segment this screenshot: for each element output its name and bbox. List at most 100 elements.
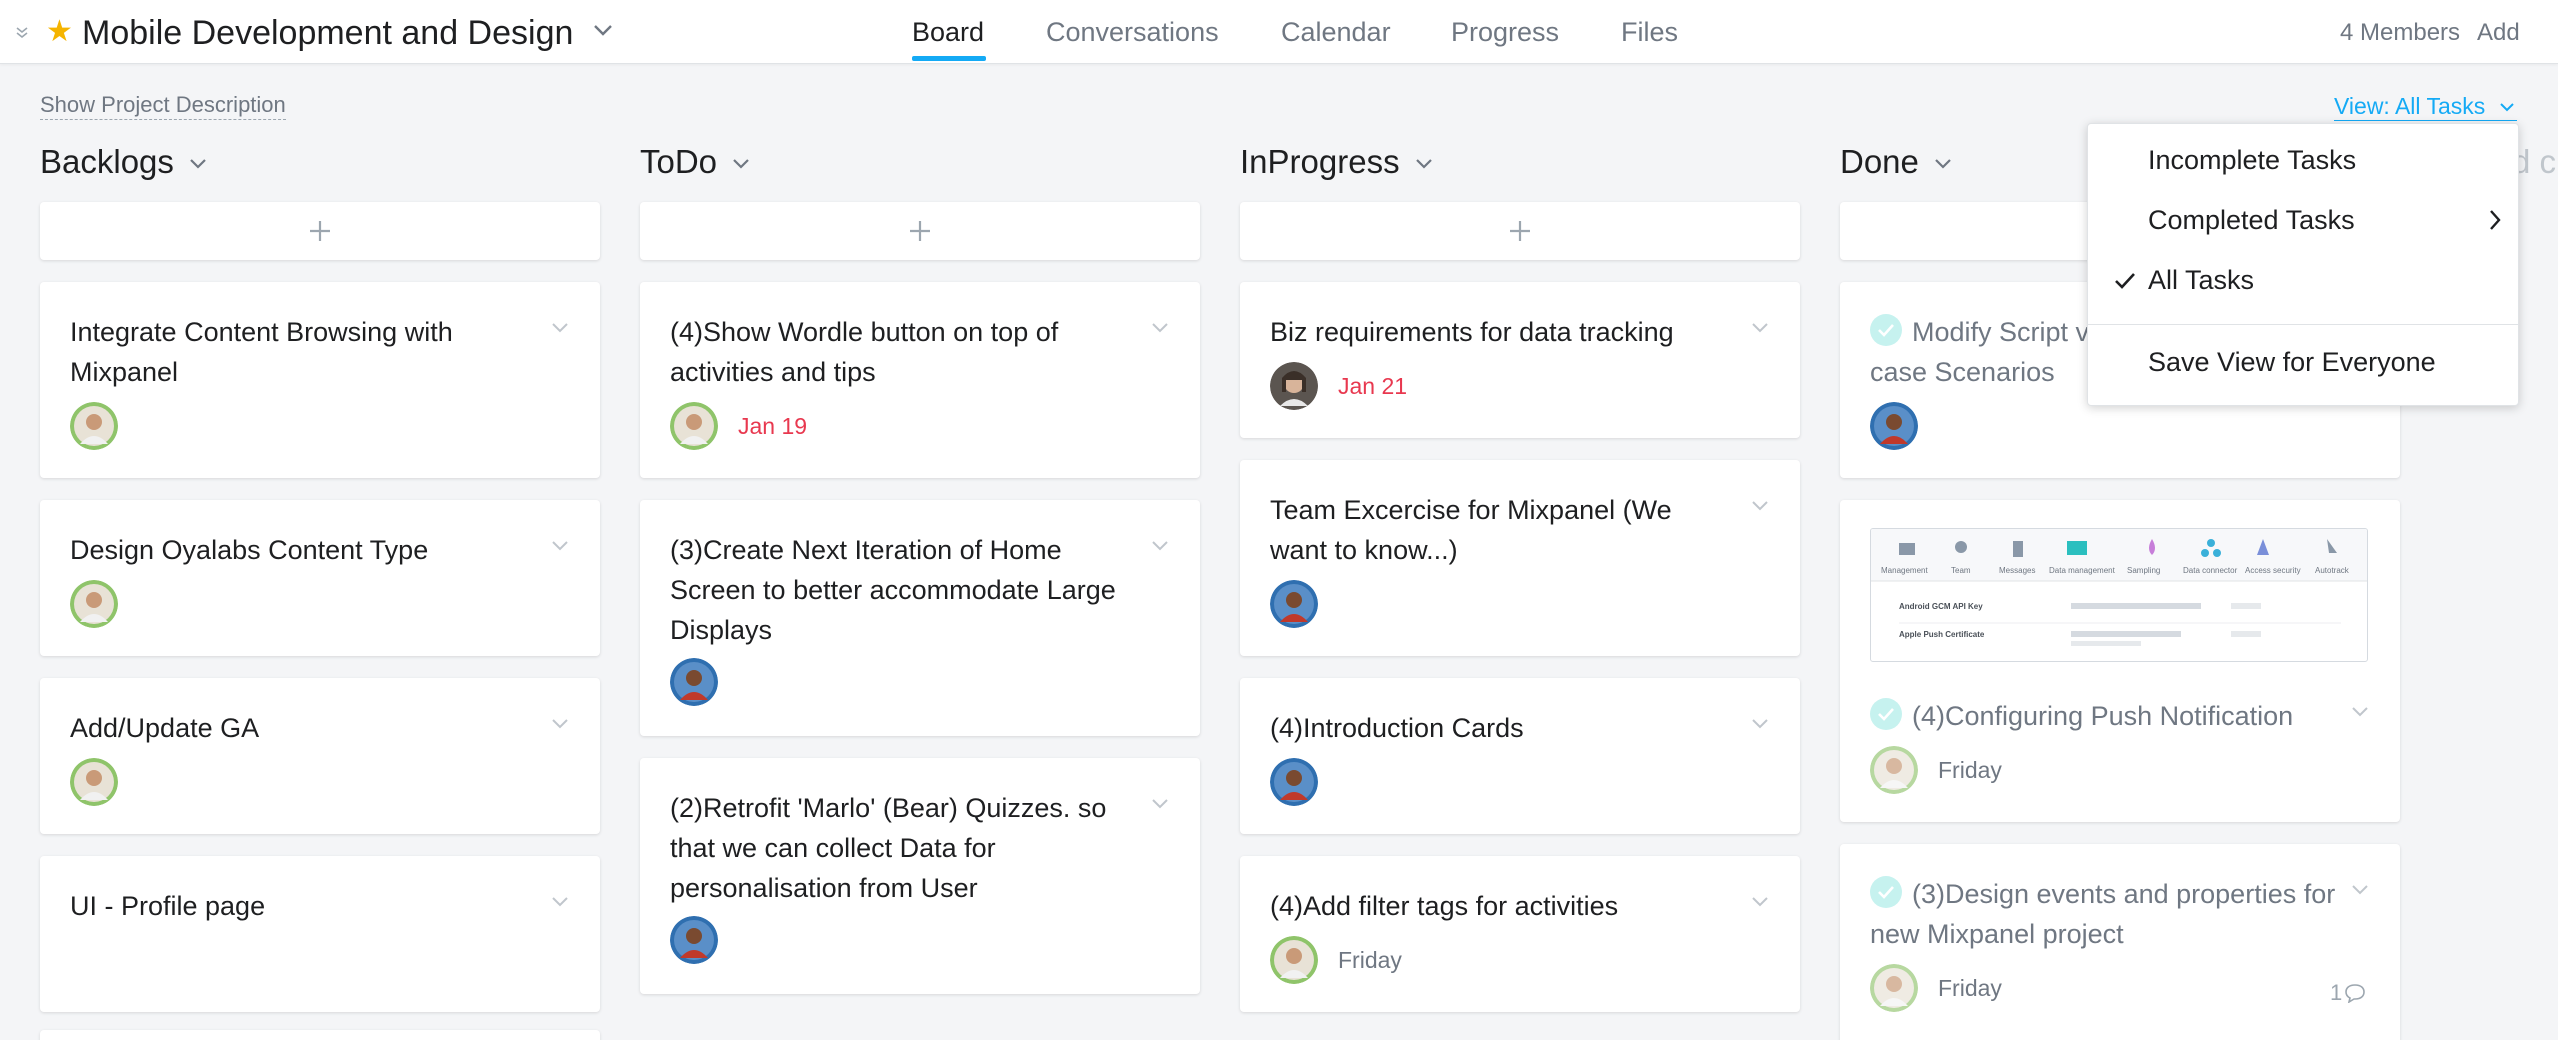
task-card[interactable]: Team Excercise for Mixpanel (We want to … [1240, 460, 1800, 656]
menu-item-completed-tasks[interactable]: Completed Tasks [2088, 192, 2518, 248]
members-count[interactable]: 4 Members [2340, 18, 2460, 48]
chevron-down-icon[interactable] [550, 322, 570, 334]
tab-files[interactable]: Files [1621, 15, 1678, 49]
assignee-avatar[interactable] [1270, 758, 1318, 806]
column-title: Done [1840, 143, 1919, 180]
column-title: Backlogs [40, 143, 174, 180]
assignee-avatar[interactable] [1870, 746, 1918, 794]
assignee-avatar[interactable] [70, 402, 118, 450]
assignee-avatar[interactable] [670, 658, 718, 706]
chevron-down-icon[interactable] [1150, 798, 1170, 810]
assignee-avatar[interactable] [1270, 362, 1318, 410]
task-title-text: (4)Configuring Push Notification [1912, 701, 2294, 731]
task-title: Integrate Content Browsing with Mixpanel [70, 317, 453, 387]
chevron-down-icon [190, 159, 206, 169]
chevron-down-icon [2500, 103, 2514, 112]
task-card[interactable]: UI - Profile page [40, 856, 600, 1012]
menu-item-all-tasks[interactable]: All Tasks [2088, 252, 2518, 308]
assignee-avatar[interactable] [1270, 936, 1318, 984]
chevron-down-icon [1935, 159, 1951, 169]
comment-count-value: 1 [2330, 980, 2343, 1005]
due-date[interactable]: Friday [1938, 973, 2002, 1003]
chevron-down-icon[interactable] [1150, 322, 1170, 334]
column-header-done[interactable]: Done [1840, 140, 1953, 184]
add-task-button-backlogs[interactable] [40, 202, 600, 260]
thumbnail-row-key: Android GCM API Key [1899, 602, 1983, 611]
chevron-down-icon[interactable] [1750, 322, 1770, 334]
add-member-link[interactable]: Add [2477, 18, 2520, 48]
plus-icon [910, 221, 930, 241]
task-title: (4)Introduction Cards [1270, 713, 1524, 743]
chevron-down-icon[interactable] [1750, 718, 1770, 730]
task-title: (3)Create Next Iteration of Home Screen … [670, 535, 1116, 645]
assignee-avatar[interactable] [1870, 402, 1918, 450]
completed-check-icon[interactable] [1870, 876, 1902, 908]
task-title-text: case Scenarios [1870, 357, 2055, 387]
view-filter-link[interactable]: View: All Tasks [2334, 92, 2518, 121]
task-card[interactable]: (2)Retrofit 'Marlo' (Bear) Quizzes. so t… [640, 758, 1200, 994]
task-card[interactable]: Biz requirements for data tracking Jan 2… [1240, 282, 1800, 438]
assignee-avatar[interactable] [70, 580, 118, 628]
tab-progress[interactable]: Progress [1451, 15, 1559, 49]
column-title: InProgress [1240, 143, 1400, 180]
menu-item-label: Completed Tasks [2148, 205, 2355, 235]
chevron-down-icon[interactable] [550, 540, 570, 552]
task-card[interactable]: (4)Show Wordle button on top of activiti… [640, 282, 1200, 478]
project-menu-chevron-icon[interactable] [592, 22, 614, 38]
menu-divider [2088, 324, 2518, 325]
due-date[interactable]: Jan 21 [1338, 371, 1407, 401]
collapse-chevron-icon[interactable] [14, 24, 30, 40]
task-card-completed[interactable]: Management Team Messages Data management… [1840, 500, 2400, 822]
column-header-inprogress[interactable]: InProgress [1240, 140, 1434, 184]
task-card-completed[interactable]: (3)Design events and properties for new … [1840, 844, 2400, 1040]
column-header-backlogs[interactable]: Backlogs [40, 140, 208, 184]
assignee-avatar[interactable] [670, 916, 718, 964]
thumbnail-tab-label: Team [1951, 566, 1971, 575]
column-header-todo[interactable]: ToDo [640, 140, 751, 184]
task-card[interactable]: Add/Update GA [40, 678, 600, 834]
task-title: Biz requirements for data tracking [1270, 317, 1674, 347]
assignee-avatar[interactable] [1270, 580, 1318, 628]
thumbnail-tab-label: Data management [2049, 566, 2116, 575]
project-header: ★ Mobile Development and Design Board Co… [0, 0, 2558, 64]
task-title: (4)Add filter tags for activities [1270, 891, 1619, 921]
due-date[interactable]: Friday [1938, 755, 2002, 785]
chevron-down-icon[interactable] [1750, 500, 1770, 512]
add-task-button-todo[interactable] [640, 202, 1200, 260]
menu-item-incomplete-tasks[interactable]: Incomplete Tasks [2088, 132, 2518, 188]
show-project-description-link[interactable]: Show Project Description [40, 91, 286, 120]
task-card-partial[interactable] [40, 1030, 600, 1040]
tab-board[interactable]: Board [912, 15, 984, 49]
assignee-avatar[interactable] [670, 402, 718, 450]
chevron-down-icon[interactable] [1150, 540, 1170, 552]
tab-calendar[interactable]: Calendar [1281, 15, 1391, 49]
completed-check-icon[interactable] [1870, 698, 1902, 730]
menu-item-save-view[interactable]: Save View for Everyone [2088, 334, 2518, 390]
task-card[interactable]: Design Oyalabs Content Type [40, 500, 600, 656]
assignee-avatar[interactable] [1870, 964, 1918, 1012]
due-date[interactable]: Jan 19 [738, 411, 807, 441]
chevron-down-icon[interactable] [550, 896, 570, 908]
task-card[interactable]: (4)Add filter tags for activities Friday [1240, 856, 1800, 1012]
favorite-star-icon[interactable]: ★ [46, 17, 73, 47]
task-title: (4)Configuring Push Notification [1870, 696, 2330, 736]
menu-item-label: Save View for Everyone [2148, 347, 2436, 377]
task-card[interactable]: Integrate Content Browsing with Mixpanel [40, 282, 600, 478]
task-card[interactable]: (4)Introduction Cards [1240, 678, 1800, 834]
tab-conversations[interactable]: Conversations [1046, 15, 1219, 49]
chevron-down-icon[interactable] [2350, 706, 2370, 718]
project-title[interactable]: Mobile Development and Design [82, 13, 573, 53]
chevron-down-icon [733, 159, 749, 169]
due-date[interactable]: Friday [1338, 945, 1402, 975]
menu-item-label: Incomplete Tasks [2148, 145, 2357, 175]
view-filter-label: View: All Tasks [2334, 93, 2486, 119]
add-task-button-inprogress[interactable] [1240, 202, 1800, 260]
assignee-avatar[interactable] [70, 758, 118, 806]
comment-count[interactable]: 1 [2330, 980, 2366, 1006]
completed-check-icon[interactable] [1870, 314, 1902, 346]
attachment-thumbnail[interactable]: Management Team Messages Data management… [1870, 528, 2368, 662]
chevron-down-icon[interactable] [2350, 884, 2370, 896]
chevron-down-icon[interactable] [1750, 896, 1770, 908]
task-card[interactable]: (3)Create Next Iteration of Home Screen … [640, 500, 1200, 736]
chevron-down-icon[interactable] [550, 718, 570, 730]
